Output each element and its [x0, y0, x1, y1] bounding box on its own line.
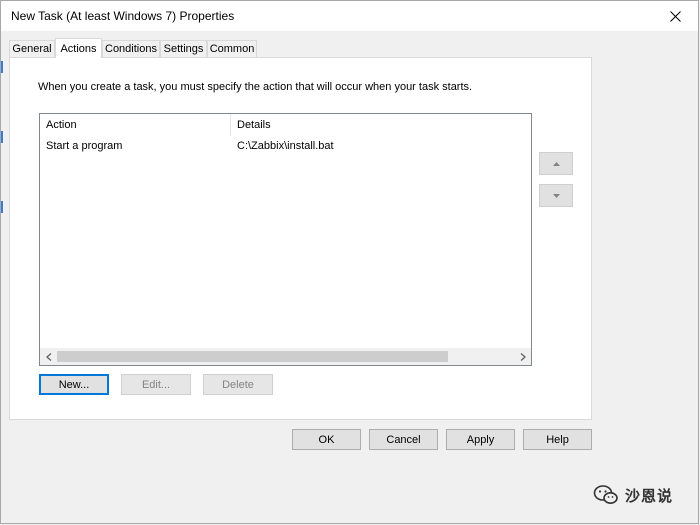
chevron-right-icon — [520, 352, 526, 361]
column-header-details[interactable]: Details — [231, 114, 531, 136]
new-action-button[interactable]: New... — [39, 374, 109, 395]
details-cell: C:\Zabbix\install.bat — [237, 139, 334, 152]
move-up-button[interactable] — [539, 152, 573, 175]
triangle-up-icon — [552, 161, 560, 166]
actions-tab-panel: When you create a task, you must specify… — [9, 57, 592, 420]
watermark: 沙恩说 — [593, 483, 673, 507]
chevron-left-icon — [45, 352, 51, 361]
list-header: Action Details — [40, 114, 531, 136]
tab-settings[interactable]: Settings — [160, 40, 207, 57]
cancel-button[interactable]: Cancel — [369, 429, 438, 450]
tab-label: Actions — [60, 42, 97, 55]
title-bar[interactable]: New Task (At least Windows 7) Properties — [1, 1, 698, 31]
close-button[interactable] — [652, 1, 698, 31]
tab-label: Conditions — [105, 43, 157, 55]
scrollbar-thumb[interactable] — [57, 351, 448, 362]
actions-list[interactable]: Action Details Start a program C:\Zabbix… — [39, 113, 532, 366]
tab-common[interactable]: Common — [207, 40, 257, 57]
scroll-right-button[interactable] — [514, 348, 531, 365]
tab-label: Settings — [163, 43, 204, 55]
scroll-left-button[interactable] — [40, 348, 57, 365]
background-window-edge — [1, 31, 3, 241]
wechat-icon — [593, 485, 618, 504]
move-down-button[interactable] — [539, 184, 573, 207]
horizontal-scrollbar[interactable] — [40, 348, 531, 365]
column-header-action[interactable]: Action — [40, 114, 231, 136]
actions-description: When you create a task, you must specify… — [38, 81, 473, 93]
triangle-down-icon — [552, 193, 560, 198]
action-cell: Start a program — [46, 139, 123, 152]
tab-label: Common — [209, 43, 255, 55]
tab-actions[interactable]: Actions — [55, 38, 102, 58]
list-item[interactable]: Start a program C:\Zabbix\install.bat — [40, 136, 531, 155]
help-button[interactable]: Help — [523, 429, 592, 450]
window-title: New Task (At least Windows 7) Properties — [11, 9, 235, 23]
edit-action-button[interactable]: Edit... — [121, 374, 191, 395]
watermark-text: 沙恩说 — [625, 487, 674, 505]
ok-button[interactable]: OK — [292, 429, 361, 450]
properties-window: New Task (At least Windows 7) Properties… — [0, 0, 699, 524]
close-icon — [669, 10, 681, 22]
apply-button[interactable]: Apply — [446, 429, 515, 450]
tab-conditions[interactable]: Conditions — [102, 40, 160, 57]
tab-label: General — [12, 43, 52, 55]
delete-action-button[interactable]: Delete — [203, 374, 273, 395]
tab-general[interactable]: General — [9, 40, 55, 57]
